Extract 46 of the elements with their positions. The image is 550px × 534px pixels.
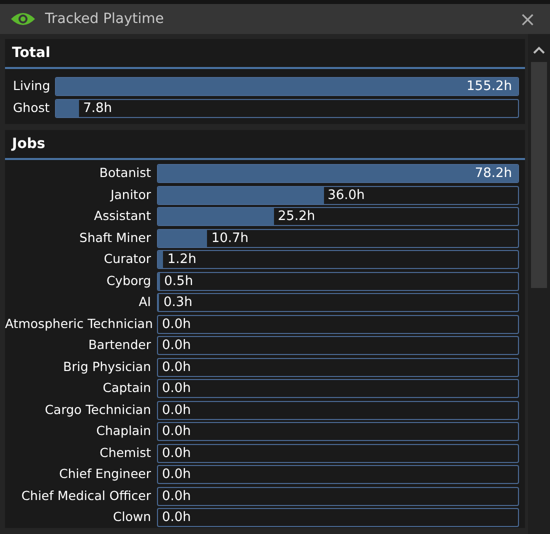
bar-reading: 25.2h — [278, 208, 316, 226]
bar-reading: 0.0h — [162, 402, 191, 419]
row-label: Clown — [112, 508, 152, 526]
scrollbar[interactable] — [528, 34, 550, 534]
row-label: Ghost — [12, 98, 51, 117]
window-title: Tracked Playtime — [45, 10, 164, 28]
row-label: AI — [138, 293, 152, 312]
row-label: Chemist — [98, 444, 152, 462]
eye-icon — [10, 11, 36, 27]
row-label: Captain — [102, 379, 152, 398]
bar-reading: 1.2h — [167, 251, 196, 268]
row-label: Janitor — [109, 186, 152, 204]
bar-reading: 0.5h — [164, 272, 194, 290]
close-button[interactable]: × — [519, 9, 540, 29]
section-title: Jobs — [12, 134, 46, 154]
row-label: Botanist — [98, 164, 152, 182]
bar-reading: 0.0h — [162, 444, 191, 462]
scroll-up-icon[interactable] — [533, 46, 545, 54]
row-label: Chaplain — [95, 422, 152, 440]
bar-reading: 155.2h — [466, 78, 512, 96]
row-label: Shaft Miner — [78, 228, 152, 247]
row-label: Curator — [102, 250, 152, 268]
section-title: Total — [12, 44, 50, 62]
bar-reading: 0.0h — [162, 488, 191, 505]
row-label: Assistant — [93, 207, 152, 226]
row-label: Bartender — [87, 336, 152, 354]
bar-reading: 0.0h — [162, 466, 191, 484]
bar-reading: 78.2h — [474, 165, 512, 182]
row-label: Living — [12, 77, 52, 96]
bar-reading: 7.8h — [83, 100, 112, 117]
bar-reading: 0.3h — [163, 294, 192, 312]
bar-reading: 10.7h — [211, 230, 248, 247]
row-label: Cargo Technician — [44, 400, 152, 419]
bar-reading: 0.0h — [162, 316, 191, 333]
bar-reading: 0.0h — [162, 380, 191, 398]
row-label: Cyborg — [105, 272, 152, 290]
bar-reading: 0.0h — [162, 337, 191, 354]
scroll-thumb[interactable] — [531, 62, 547, 288]
row-label: Brig Physician — [62, 358, 152, 376]
row-label: Atmospheric Technician — [5, 314, 154, 333]
bar-reading: 0.0h — [162, 423, 191, 440]
row-label: Chief Medical Officer — [20, 486, 152, 505]
bar-reading: 0.0h — [162, 358, 191, 376]
row-label: Chief Engineer — [58, 465, 152, 484]
bar-reading: 36.0h — [328, 186, 365, 204]
bar-reading: 0.0h — [162, 509, 191, 526]
